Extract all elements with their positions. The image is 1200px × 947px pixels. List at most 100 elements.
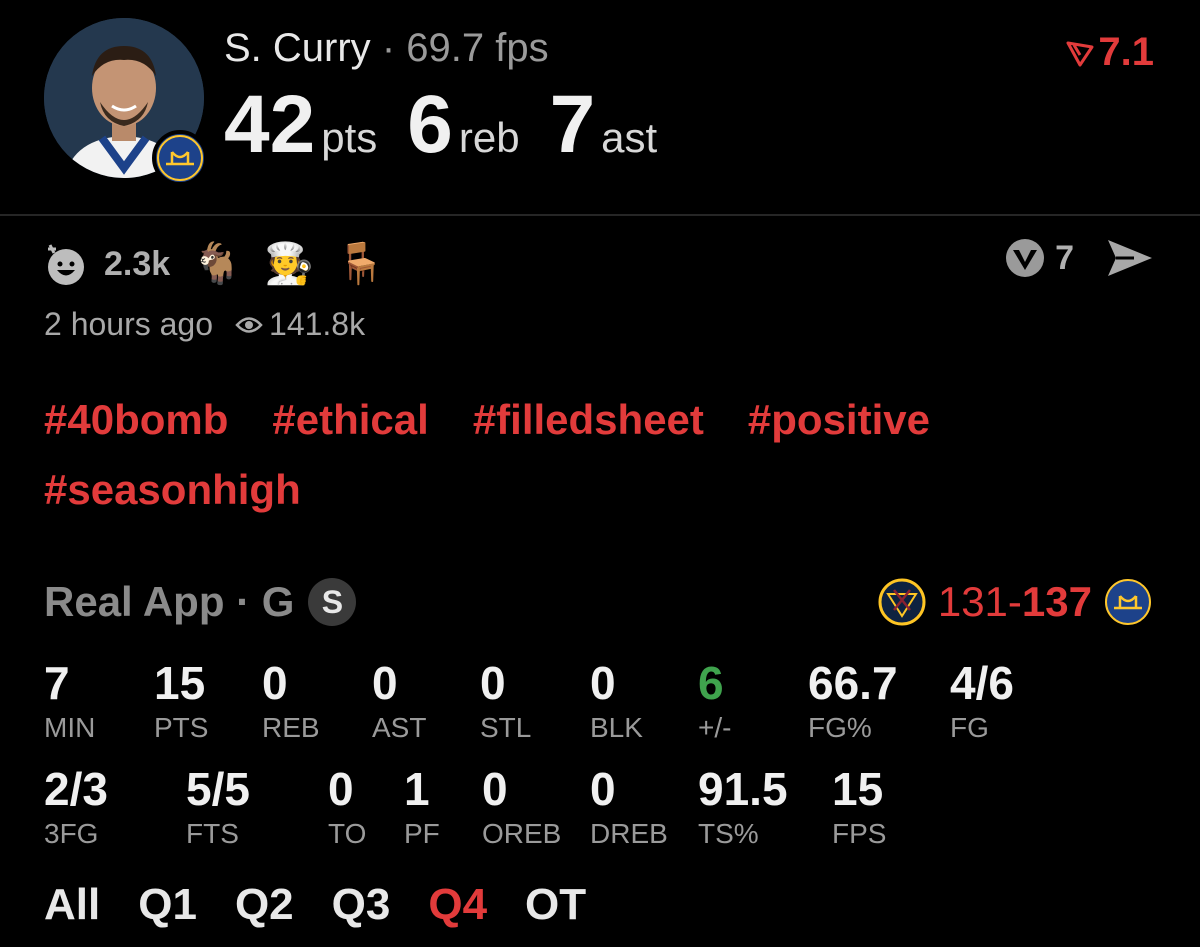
stat-min: 7 MIN bbox=[44, 656, 95, 744]
stat-value: 1 bbox=[404, 763, 430, 815]
stat-value: 5/5 bbox=[186, 763, 250, 815]
player-title: S. Curry · 69.7 fps bbox=[224, 26, 549, 71]
hashtag[interactable]: #positive bbox=[748, 396, 930, 444]
stat-value: 4/6 bbox=[950, 657, 1014, 709]
vote-count: 7 bbox=[1055, 238, 1074, 277]
hashtag[interactable]: #ethical bbox=[272, 396, 428, 444]
stat-label: MIN bbox=[44, 712, 96, 743]
reaction-summary[interactable]: 2.3k bbox=[44, 239, 170, 289]
view-count: 141.8k bbox=[235, 306, 365, 343]
game-score[interactable]: 131-137 bbox=[878, 578, 1152, 626]
stat-label: +/- bbox=[698, 712, 732, 743]
quarter-tabs: All Q1 Q2 Q3 Q4 OT bbox=[44, 880, 586, 930]
chef-emoji-icon[interactable]: 🧑‍🍳 bbox=[264, 244, 314, 284]
time-ago: 2 hours ago bbox=[44, 306, 214, 342]
post-actions: 7 bbox=[1003, 236, 1156, 280]
stat-value: 0 bbox=[262, 657, 288, 709]
header-divider bbox=[0, 214, 1200, 216]
stat-ts-pct: 91.5 TS% bbox=[698, 762, 788, 850]
assists-unit: ast bbox=[601, 114, 658, 161]
stat-label: OREB bbox=[482, 818, 562, 849]
player-name[interactable]: S. Curry bbox=[224, 26, 371, 70]
tab-q3[interactable]: Q3 bbox=[332, 880, 391, 930]
vote-shield-icon bbox=[1006, 239, 1045, 277]
stat-value: 0 bbox=[482, 763, 508, 815]
stat-fg-pct: 66.7 FG% bbox=[808, 656, 898, 744]
stat-label: DREB bbox=[590, 818, 668, 849]
eye-icon bbox=[235, 316, 263, 333]
stat-stl: 0 STL bbox=[480, 656, 531, 744]
stat-label: FG bbox=[950, 712, 989, 743]
stat-pf: 1 PF bbox=[404, 762, 440, 850]
stat-value: 2/3 bbox=[44, 763, 108, 815]
score-dash: - bbox=[1007, 578, 1022, 625]
stat-3fg: 2/3 3FG bbox=[44, 762, 108, 850]
reaction-count: 2.3k bbox=[104, 244, 171, 283]
tab-q2[interactable]: Q2 bbox=[235, 880, 294, 930]
hashtag[interactable]: #seasonhigh bbox=[44, 466, 301, 514]
hashtag-list: #40bomb #ethical #filledsheet #positive … bbox=[44, 396, 1144, 514]
stat-value: 7 bbox=[44, 657, 70, 709]
stat-label: TO bbox=[328, 818, 367, 849]
points-unit: pts bbox=[321, 114, 378, 161]
game-source: Real App · G S bbox=[44, 578, 357, 626]
stat-value: 15 bbox=[832, 763, 884, 815]
stat-to: 0 TO bbox=[328, 762, 366, 850]
stat-label: PF bbox=[404, 818, 440, 849]
starter-badge: S bbox=[308, 578, 357, 626]
stat-value: 0 bbox=[590, 657, 616, 709]
assists-value: 7 bbox=[549, 79, 596, 170]
stat-label: REB bbox=[262, 712, 320, 743]
rating-value: 7.1 bbox=[1098, 30, 1154, 74]
stat-oreb: 0 OREB bbox=[482, 762, 561, 850]
add-reaction-icon bbox=[48, 244, 84, 285]
tab-ot[interactable]: OT bbox=[525, 880, 586, 930]
stat-reb: 0 REB bbox=[262, 656, 320, 744]
post-meta: 2 hours ago 141.8k bbox=[44, 306, 365, 343]
tab-q4[interactable]: Q4 bbox=[428, 880, 487, 930]
goat-emoji-icon[interactable]: 🐐 bbox=[192, 244, 242, 284]
warriors-logo-icon bbox=[152, 130, 208, 186]
stat-value: 15 bbox=[154, 657, 206, 709]
stat-value: 91.5 bbox=[698, 763, 788, 815]
stat-label: FTS bbox=[186, 818, 239, 849]
rebounds-unit: reb bbox=[458, 114, 520, 161]
warriors-small-logo-icon bbox=[1105, 579, 1151, 625]
stat-label: BLK bbox=[590, 712, 643, 743]
stat-label: FG% bbox=[808, 712, 872, 743]
tab-all[interactable]: All bbox=[44, 880, 100, 930]
stat-value: 0 bbox=[480, 657, 506, 709]
stat-value: 0 bbox=[590, 763, 616, 815]
stat-value: 66.7 bbox=[808, 657, 898, 709]
stat-label: PTS bbox=[154, 712, 209, 743]
game-label: Real App · G bbox=[44, 578, 295, 625]
fantasy-score: 69.7 fps bbox=[406, 26, 549, 70]
chair-emoji-icon[interactable]: 🪑 bbox=[336, 244, 386, 284]
nuggets-logo-icon bbox=[878, 578, 926, 626]
stat-value: 0 bbox=[328, 763, 354, 815]
stat-value: 0 bbox=[372, 657, 398, 709]
stat-label: STL bbox=[480, 712, 532, 743]
view-count-value: 141.8k bbox=[269, 306, 366, 342]
tab-q1[interactable]: Q1 bbox=[138, 880, 197, 930]
stat-fts: 5/5 FTS bbox=[186, 762, 250, 850]
hashtag[interactable]: #40bomb bbox=[44, 396, 228, 444]
stat-label: TS% bbox=[698, 818, 759, 849]
vote-button[interactable]: 7 bbox=[1003, 236, 1074, 280]
stat-dreb: 0 DREB bbox=[590, 762, 668, 850]
hashtag[interactable]: #filledsheet bbox=[473, 396, 704, 444]
stat-fps: 15 FPS bbox=[832, 762, 886, 850]
stat-label: AST bbox=[372, 712, 427, 743]
points-value: 42 bbox=[224, 79, 316, 170]
stat-label: 3FG bbox=[44, 818, 99, 849]
share-send-icon[interactable] bbox=[1104, 236, 1156, 280]
title-separator: · bbox=[381, 26, 396, 70]
stat-fg: 4/6 FG bbox=[950, 656, 1014, 744]
home-score: 137 bbox=[1021, 578, 1092, 625]
stat-blk: 0 BLK bbox=[590, 656, 643, 744]
stat-plus-minus: 6 +/- bbox=[698, 656, 731, 744]
rating-badge[interactable]: 7.1 bbox=[1066, 30, 1154, 75]
statline: 42 pts 6 reb 7 ast bbox=[224, 78, 687, 172]
stat-pts: 15 PTS bbox=[154, 656, 208, 744]
reaction-row: 2.3k 🐐 🧑‍🍳 🪑 bbox=[44, 234, 386, 294]
